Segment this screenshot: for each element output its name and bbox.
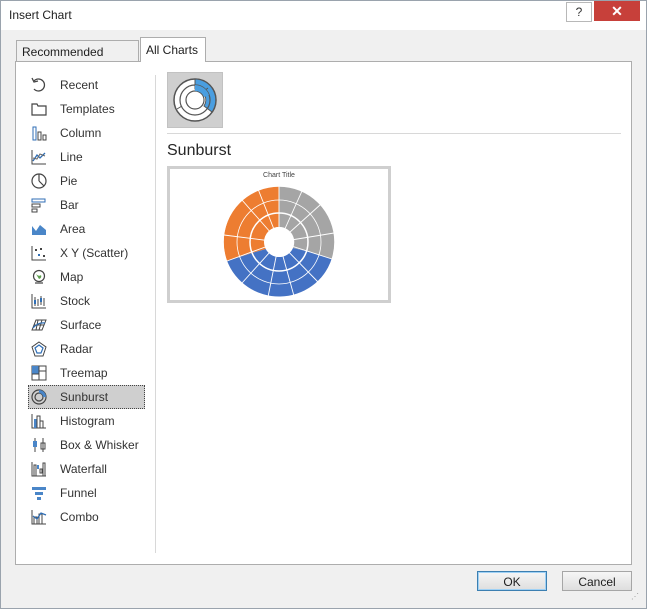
sidebar-item-sunburst[interactable]: Sunburst xyxy=(28,385,145,409)
sidebar-item-combo[interactable]: Combo xyxy=(28,505,145,529)
sidebar-item-bar[interactable]: Bar xyxy=(28,193,145,217)
sidebar-item-pie[interactable]: Pie xyxy=(28,169,145,193)
combo-chart-icon xyxy=(31,510,47,525)
sidebar-item-label: Funnel xyxy=(60,486,97,500)
sidebar-item-label: Bar xyxy=(60,198,79,212)
radar-chart-icon xyxy=(31,341,47,357)
chart-type-title: Sunburst xyxy=(167,142,232,159)
tab-all-charts[interactable]: All Charts xyxy=(140,37,206,62)
sidebar-item-label: Area xyxy=(60,222,86,236)
sidebar-item-label: Map xyxy=(60,270,84,284)
sidebar-item-label: Waterfall xyxy=(60,462,107,476)
funnel-chart-icon xyxy=(32,487,46,500)
sidebar-item-recent[interactable]: Recent xyxy=(28,73,145,97)
sidebar-item-scatter[interactable]: X Y (Scatter) xyxy=(28,241,145,265)
sidebar-item-label: Histogram xyxy=(60,414,115,428)
map-chart-icon xyxy=(32,269,46,284)
sidebar-item-label: Pie xyxy=(60,174,78,188)
sidebar-item-histogram[interactable]: Histogram xyxy=(28,409,145,433)
cancel-button[interactable]: Cancel xyxy=(562,571,632,591)
sunburst-variant-thumbnail[interactable] xyxy=(167,72,223,128)
sidebar-item-label: Column xyxy=(60,126,102,140)
line-chart-icon xyxy=(31,150,46,165)
sidebar-item-surface[interactable]: Surface xyxy=(28,313,145,337)
sidebar-item-templates[interactable]: Templates xyxy=(28,97,145,121)
sidebar-item-column[interactable]: Column xyxy=(28,121,145,145)
tab-recommended-charts[interactable]: Recommended Charts xyxy=(16,40,139,81)
sunburst-chart-icon xyxy=(31,389,47,405)
preview-divider xyxy=(167,133,621,134)
sidebar-item-label: Treemap xyxy=(60,366,108,380)
sidebar-item-label: Box & Whisker xyxy=(60,438,139,452)
sidebar-item-waterfall[interactable]: Waterfall xyxy=(28,457,145,481)
sidebar-item-label: Radar xyxy=(60,342,93,356)
waterfall-chart-icon xyxy=(31,462,46,477)
sidebar-item-label: Surface xyxy=(60,318,102,332)
stock-chart-icon xyxy=(31,294,46,309)
sidebar-item-treemap[interactable]: Treemap xyxy=(28,361,145,385)
sidebar-item-label: Recent xyxy=(60,78,99,92)
chart-type-list: Recent Templates Column Line Pie Bar Are… xyxy=(28,73,145,529)
close-button[interactable]: ✕ xyxy=(594,1,640,21)
title-bar: Insert Chart ? ✕ xyxy=(1,1,646,30)
help-button[interactable]: ? xyxy=(566,2,592,22)
sidebar-item-label: Stock xyxy=(60,294,91,308)
surface-chart-icon xyxy=(31,319,47,331)
ok-button[interactable]: OK xyxy=(477,571,547,591)
sidebar-item-label: Templates xyxy=(60,102,115,116)
sunburst-preview-graphic xyxy=(222,185,336,299)
sidebar-item-label: Sunburst xyxy=(60,390,109,404)
sidebar-item-label: Line xyxy=(60,150,83,164)
sidebar-item-funnel[interactable]: Funnel xyxy=(28,481,145,505)
sunburst-variant-icon xyxy=(173,78,217,122)
sidebar-item-box-whisker[interactable]: Box & Whisker xyxy=(28,433,145,457)
insert-chart-dialog: Insert Chart ? ✕ Recommended Charts All … xyxy=(0,0,647,609)
sidebar-item-stock[interactable]: Stock xyxy=(28,289,145,313)
resize-grip-icon[interactable]: ⋰ xyxy=(631,593,639,601)
scatter-chart-icon xyxy=(31,246,46,261)
sidebar-item-map[interactable]: Map xyxy=(28,265,145,289)
sidebar-item-label: X Y (Scatter) xyxy=(60,246,129,260)
bar-chart-icon xyxy=(31,198,46,213)
sidebar-item-line[interactable]: Line xyxy=(28,145,145,169)
all-charts-panel: Recent Templates Column Line Pie Bar Are… xyxy=(15,61,632,565)
chart-preview[interactable]: Chart Title xyxy=(167,166,391,303)
sidebar-item-area[interactable]: Area xyxy=(28,217,145,241)
histogram-chart-icon xyxy=(31,414,46,429)
sidebar-item-radar[interactable]: Radar xyxy=(28,337,145,361)
column-chart-icon xyxy=(32,126,47,141)
pie-chart-icon xyxy=(31,173,47,189)
treemap-chart-icon xyxy=(31,365,47,381)
box-whisker-chart-icon xyxy=(33,438,46,452)
panel-divider xyxy=(155,75,156,553)
area-chart-icon xyxy=(32,225,46,235)
sidebar-item-label: Combo xyxy=(60,510,99,524)
templates-icon xyxy=(31,103,47,116)
recent-icon xyxy=(31,77,46,92)
dialog-title: Insert Chart xyxy=(9,8,72,22)
